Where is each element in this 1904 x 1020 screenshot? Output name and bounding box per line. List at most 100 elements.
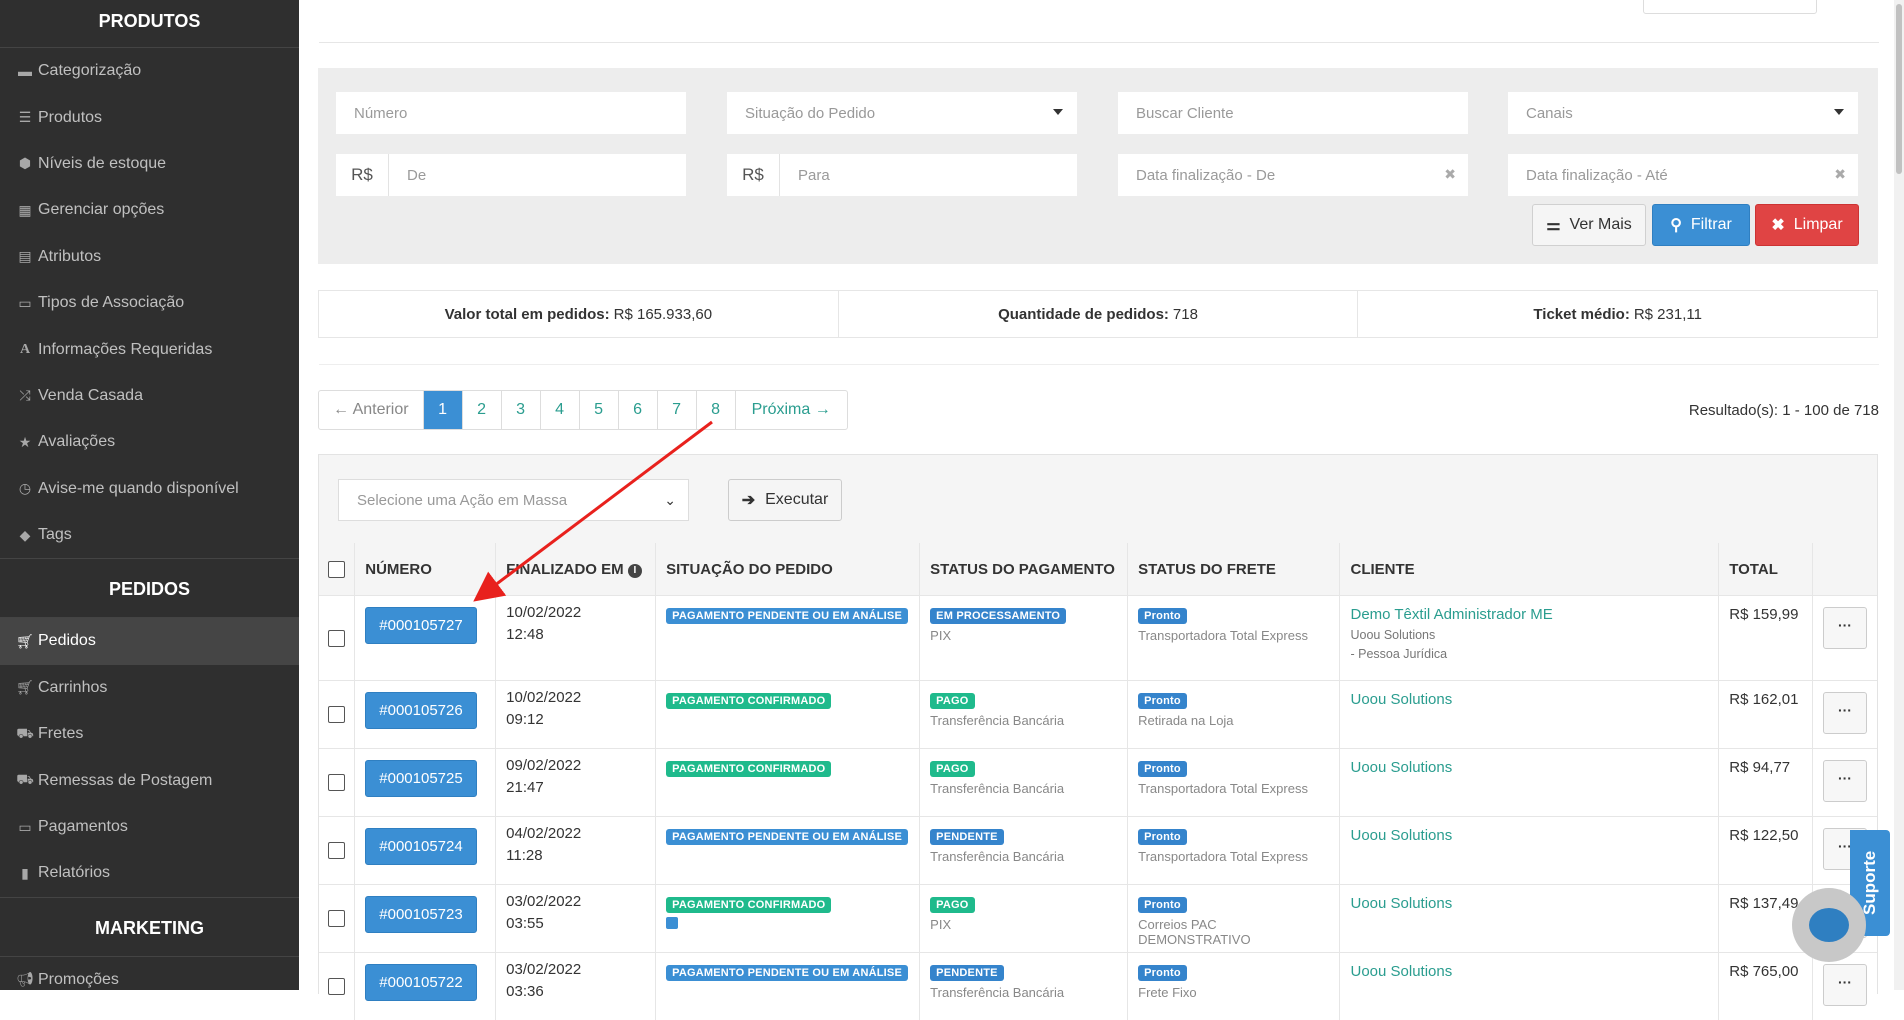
valor-de-input[interactable]: [389, 154, 686, 196]
sidebar-item-promocoes[interactable]: 📢︎Promoções: [0, 957, 299, 990]
valor-para-input[interactable]: [780, 154, 1077, 196]
pagination-page-4[interactable]: 4: [541, 391, 580, 429]
pagamento-badge: PAGO: [930, 693, 974, 709]
row-checkbox[interactable]: [328, 774, 345, 791]
chat-widget-button[interactable]: [1792, 888, 1866, 962]
sidebar-item-relatorios[interactable]: ▮Relatórios: [0, 850, 299, 896]
sidebar-section-pedidos: PEDIDOS: [0, 558, 299, 618]
select-all-checkbox[interactable]: [328, 561, 345, 578]
pagination-page-3[interactable]: 3: [502, 391, 541, 429]
result-count: Resultado(s): 1 - 100 de 718: [1689, 402, 1879, 419]
executar-button[interactable]: ➔Executar: [728, 479, 842, 521]
order-total: R$ 122,50: [1719, 817, 1813, 885]
data-de-input[interactable]: [1118, 154, 1468, 196]
header-actions: [1812, 543, 1877, 596]
client-link[interactable]: Uoou Solutions: [1350, 691, 1708, 708]
situacao-select[interactable]: Situação do Pedido: [727, 92, 1077, 134]
pagination-prev[interactable]: ← Anterior: [319, 391, 424, 429]
header-situacao[interactable]: SITUAÇÃO DO PEDIDO: [656, 543, 920, 596]
mass-action-select[interactable]: Selecione uma Ação em Massa ⌄: [338, 479, 689, 521]
header-frete[interactable]: STATUS DO FRETE: [1128, 543, 1340, 596]
header-pagamento[interactable]: STATUS DO PAGAMENTO: [920, 543, 1128, 596]
header-numero[interactable]: NÚMERO: [355, 543, 496, 596]
client-link[interactable]: Demo Têxtil Administrador ME: [1350, 606, 1708, 623]
sidebar-section-produtos: PRODUTOS: [0, 0, 299, 48]
order-number-button[interactable]: #000105726: [365, 692, 476, 729]
sidebar-item-categorizacao[interactable]: ▬Categorização: [0, 48, 299, 94]
currency-prefix: R$: [336, 154, 389, 196]
stat-ticket: Ticket médio:R$ 231,11: [1358, 291, 1877, 337]
row-checkbox[interactable]: [328, 978, 345, 995]
numero-field[interactable]: [336, 92, 686, 134]
sidebar-item-informacoes-requeridas[interactable]: AInformações Requeridas: [0, 326, 299, 372]
sidebar-item-pedidos[interactable]: 🛒︎Pedidos: [0, 618, 299, 664]
pagination-page-2[interactable]: 2: [463, 391, 502, 429]
client-link[interactable]: Uoou Solutions: [1350, 827, 1708, 844]
data-ate-field[interactable]: ✖: [1508, 154, 1858, 196]
sidebar-item-venda-casada[interactable]: ⤮Venda Casada: [0, 373, 299, 419]
order-date: 03/02/2022: [506, 891, 645, 913]
client-link[interactable]: Uoou Solutions: [1350, 895, 1708, 912]
sidebar-item-tags[interactable]: ◆Tags: [0, 512, 299, 558]
cliente-field[interactable]: [1118, 92, 1468, 134]
grid-icon: ▦: [16, 202, 34, 219]
carrier: Retirada na Loja: [1138, 713, 1329, 728]
pagination-page-5[interactable]: 5: [580, 391, 619, 429]
row-checkbox[interactable]: [328, 910, 345, 927]
pagination-page-7[interactable]: 7: [658, 391, 697, 429]
scrollbar-thumb[interactable]: [1896, 4, 1902, 174]
cliente-search-input[interactable]: [1118, 92, 1468, 134]
more-actions-button[interactable]: ···: [1823, 607, 1867, 649]
order-number-button[interactable]: #000105724: [365, 828, 476, 865]
data-ate-input[interactable]: [1508, 154, 1858, 196]
arrow-right-icon: ➔: [742, 490, 755, 510]
data-de-field[interactable]: ✖: [1118, 154, 1468, 196]
sidebar-item-avise-me[interactable]: ◷Avise-me quando disponível: [0, 466, 299, 512]
caret-down-icon: [1834, 109, 1844, 115]
order-number-button[interactable]: #000105722: [365, 964, 476, 1001]
sidebar-item-pagamentos[interactable]: ▭Pagamentos: [0, 804, 299, 850]
numero-input[interactable]: [336, 92, 686, 134]
bullhorn-icon: 📢︎: [16, 971, 34, 988]
row-checkbox[interactable]: [328, 706, 345, 723]
sidebar-item-carrinhos[interactable]: 🛒︎Carrinhos: [0, 665, 299, 711]
sidebar-item-produtos[interactable]: ☰Produtos: [0, 94, 299, 140]
filtrar-button[interactable]: ⚲Filtrar: [1652, 204, 1750, 246]
ver-mais-button[interactable]: ⚌Ver Mais: [1532, 204, 1646, 246]
divider: [319, 364, 1879, 365]
pagination-next[interactable]: Próxima →: [736, 391, 847, 429]
order-number-button[interactable]: #000105725: [365, 760, 476, 797]
client-type: - Pessoa Jurídica: [1350, 647, 1708, 661]
row-checkbox[interactable]: [328, 630, 345, 647]
pagination-page-8[interactable]: 8: [697, 391, 736, 429]
order-date: 10/02/2022: [506, 687, 645, 709]
clear-icon[interactable]: ✖: [1444, 166, 1456, 183]
sidebar-item-gerenciar-opcoes[interactable]: ▦Gerenciar opções: [0, 187, 299, 233]
header-finalizado[interactable]: FINALIZADO EM i: [496, 543, 656, 596]
pagination-page-1[interactable]: 1: [424, 391, 463, 429]
more-actions-button[interactable]: ···: [1823, 760, 1867, 802]
pagination-page-6[interactable]: 6: [619, 391, 658, 429]
header-cliente[interactable]: CLIENTE: [1340, 543, 1719, 596]
order-number-button[interactable]: #000105723: [365, 896, 476, 933]
more-actions-button[interactable]: ···: [1823, 964, 1867, 1006]
sidebar-item-tipos-associacao[interactable]: ▭Tipos de Associação: [0, 280, 299, 326]
client-link[interactable]: Uoou Solutions: [1350, 759, 1708, 776]
clear-icon[interactable]: ✖: [1834, 166, 1846, 183]
sidebar-item-fretes[interactable]: ⛟Fretes: [0, 711, 299, 757]
order-number-button[interactable]: #000105727: [365, 607, 476, 644]
sidebar-item-remessas[interactable]: ⛟Remessas de Postagem: [0, 757, 299, 803]
top-action-button[interactable]: [1643, 0, 1817, 14]
sidebar-item-avaliacoes[interactable]: ★Avaliações: [0, 419, 299, 465]
sidebar-item-niveis-estoque[interactable]: ⬢Níveis de estoque: [0, 141, 299, 187]
chat-bubble-icon: [1809, 908, 1849, 942]
row-checkbox[interactable]: [328, 842, 345, 859]
header-total[interactable]: TOTAL: [1719, 543, 1813, 596]
page-scrollbar[interactable]: [1894, 0, 1904, 990]
payment-method: Transferência Bancária: [930, 985, 1117, 1000]
canais-select[interactable]: Canais: [1508, 92, 1858, 134]
client-link[interactable]: Uoou Solutions: [1350, 963, 1708, 980]
sidebar-item-atributos[interactable]: ▤Atributos: [0, 234, 299, 280]
limpar-button[interactable]: ✖Limpar: [1755, 204, 1859, 246]
more-actions-button[interactable]: ···: [1823, 692, 1867, 734]
